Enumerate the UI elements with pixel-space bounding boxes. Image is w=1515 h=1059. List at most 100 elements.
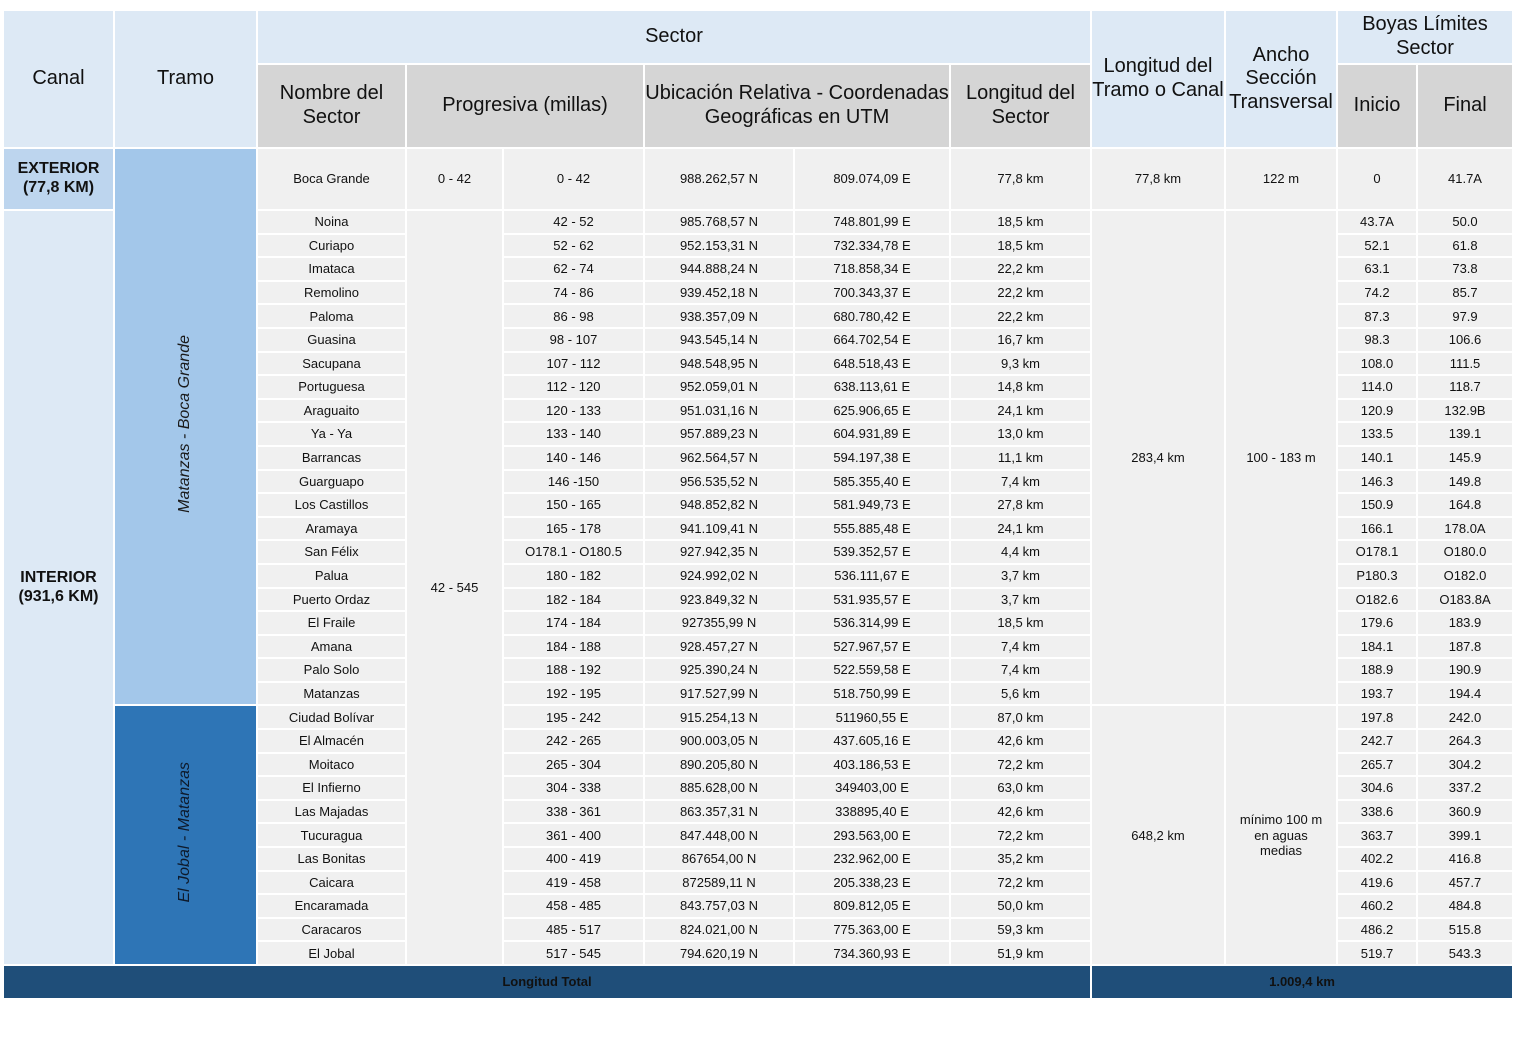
sector-coord-north: 917.527,99 N [643,680,795,707]
boya-inicio: P180.3 [1336,562,1418,589]
longitud-tramo-matanzas: 283,4 km [1090,208,1226,707]
sector-progresiva: 265 - 304 [502,751,645,778]
sector-length: 35,2 km [949,846,1092,872]
sector-coord-east: 338895,40 E [793,798,951,825]
sector-length: 72,2 km [949,869,1092,896]
sector-coord-east: 664.702,54 E [793,326,951,353]
sector-length: 4,4 km [949,539,1092,565]
sector-progresiva: 338 - 361 [502,798,645,825]
sector-length: 72,2 km [949,751,1092,778]
sector-progresiva: 195 - 242 [502,704,645,731]
sector-table-container: Canal Tramo Sector Longitud del Tramo o … [2,9,1514,1000]
sector-table: Canal Tramo Sector Longitud del Tramo o … [2,9,1514,1000]
sector-coord-north: 941.109,41 N [643,515,795,542]
sector-length: 7,4 km [949,633,1092,660]
sector-progresiva: 0 - 42 [502,147,645,211]
sector-length: 16,7 km [949,326,1092,353]
sector-progresiva: 140 - 146 [502,444,645,471]
boya-final: 145.9 [1416,444,1514,471]
sector-coord-east: 581.949,73 E [793,492,951,518]
sector-name: Caracaros [256,916,407,943]
sector-length: 9,3 km [949,350,1092,377]
sector-coord-north: 985.768,57 N [643,209,795,235]
boya-inicio: 486.2 [1336,916,1418,943]
sector-progresiva: 120 - 133 [502,397,645,424]
sector-coord-east: 522.559,58 E [793,657,951,683]
boya-final: 242.0 [1416,704,1514,731]
sector-coord-east: 775.363,00 E [793,916,951,943]
sector-name: Ya - Ya [256,421,407,447]
longitud-tramo-exterior: 77,8 km [1090,147,1226,211]
sector-length: 22,2 km [949,303,1092,329]
sector-coord-east: 293.563,00 E [793,822,951,849]
header-ancho: Ancho Sección Transversal [1224,9,1338,149]
boya-final: 111.5 [1416,350,1514,377]
boya-final: 183.9 [1416,610,1514,636]
sector-coord-north: 867654,00 N [643,846,795,872]
sector-name: Las Bonitas [256,846,407,872]
boya-inicio: 108.0 [1336,350,1418,377]
table-row: EXTERIOR (77,8 KM) Matanzas - Boca Grande… [2,146,1514,707]
boya-final: 106.6 [1416,326,1514,353]
boya-inicio: 460.2 [1336,893,1418,919]
sector-progresiva: 458 - 485 [502,893,645,919]
sector-coord-east: 232.962,00 E [793,846,951,872]
boya-inicio: 519.7 [1336,940,1418,966]
boya-inicio: 179.6 [1336,610,1418,636]
sector-progresiva: 188 - 192 [502,657,645,683]
boya-final: O183.8A [1416,586,1514,613]
sector-coord-north: 944.888,24 N [643,256,795,282]
sector-coord-east: 594.197,38 E [793,444,951,471]
sector-length: 13,0 km [949,421,1092,447]
sector-coord-east: 748.801,99 E [793,209,951,235]
progresiva-exterior: 0 - 42 [405,147,504,211]
boya-final: 85.7 [1416,279,1514,306]
sector-coord-north: 939.452,18 N [643,279,795,306]
boya-inicio: 363.7 [1336,822,1418,849]
sector-name: Tucuragua [256,822,407,849]
sector-length: 14,8 km [949,374,1092,400]
boya-inicio: 304.6 [1336,775,1418,801]
boya-final: 61.8 [1416,232,1514,259]
sector-coord-east: 403.186,53 E [793,751,951,778]
boya-inicio: 74.2 [1336,279,1418,306]
ancho-jobal: mínimo 100 m en aguas medias [1224,704,1338,966]
header-progresiva: Progresiva (millas) [405,63,645,149]
boya-final: 73.8 [1416,256,1514,282]
sector-coord-east: 536.111,67 E [793,562,951,589]
boya-final: 304.2 [1416,751,1514,778]
sector-progresiva: 419 - 458 [502,869,645,896]
sector-progresiva: 98 - 107 [502,326,645,353]
boya-final: O182.0 [1416,562,1514,589]
boya-inicio: 120.9 [1336,397,1418,424]
boya-inicio: 0 [1336,147,1418,211]
boya-final: 149.8 [1416,468,1514,495]
sector-coord-east: 437.605,16 E [793,728,951,754]
boya-inicio: 242.7 [1336,728,1418,754]
sector-name: Ciudad Bolívar [256,704,407,731]
sector-coord-north: 938.357,09 N [643,303,795,329]
sector-coord-north: 924.992,02 N [643,562,795,589]
sector-coord-north: 956.535,52 N [643,468,795,495]
sector-name: Boca Grande [256,147,407,211]
sector-coord-east: 536.314,99 E [793,610,951,636]
sector-name: El Infierno [256,775,407,801]
sector-name: Puerto Ordaz [256,586,407,613]
sector-coord-east: 511960,55 E [793,704,951,731]
sector-name: Remolino [256,279,407,306]
tramo-matanzas-boca-grande-label: Matanzas - Boca Grande [176,334,194,513]
sector-progresiva: 146 -150 [502,468,645,495]
sector-coord-north: 915.254,13 N [643,704,795,731]
sector-name: El Fraile [256,610,407,636]
boya-final: 190.9 [1416,657,1514,683]
sector-progresiva: 180 - 182 [502,562,645,589]
sector-coord-north: 885.628,00 N [643,775,795,801]
sector-name: Imataca [256,256,407,282]
header-sector: Sector [256,9,1092,65]
sector-name: Encaramada [256,893,407,919]
boya-final: 337.2 [1416,775,1514,801]
sector-coord-east: 809.812,05 E [793,893,951,919]
sector-name: Palo Solo [256,657,407,683]
sector-coord-north: 951.031,16 N [643,397,795,424]
sector-length: 59,3 km [949,916,1092,943]
